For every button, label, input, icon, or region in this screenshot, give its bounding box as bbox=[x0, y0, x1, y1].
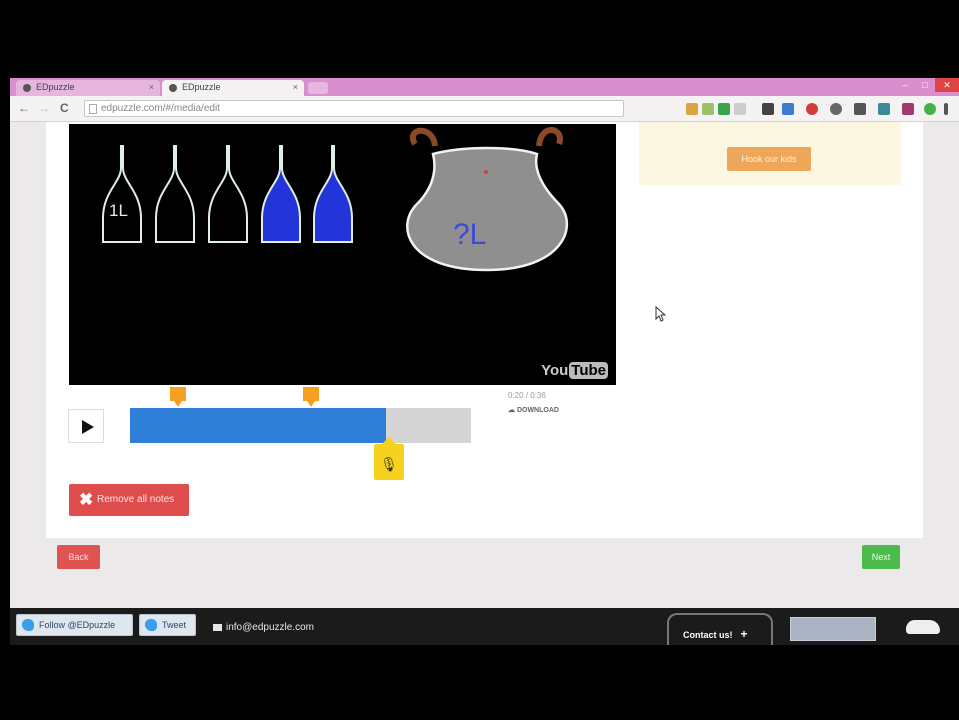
next-button[interactable]: Next bbox=[862, 545, 900, 569]
pinterest-icon[interactable] bbox=[806, 103, 818, 115]
bottle-label: 1L bbox=[109, 201, 128, 220]
extension-icon[interactable] bbox=[686, 103, 698, 115]
remove-all-notes-button[interactable]: ✖ Remove all notes bbox=[69, 484, 189, 516]
microphone-icon: 🎙 bbox=[380, 456, 398, 472]
time-readout: 0:20 / 0:36 bbox=[508, 391, 546, 400]
extension-icon[interactable] bbox=[902, 103, 914, 115]
pot-label: ?L bbox=[453, 218, 486, 251]
tab-title: EDpuzzle bbox=[36, 82, 75, 92]
envelope-icon bbox=[213, 623, 222, 631]
play-button[interactable] bbox=[68, 409, 104, 443]
youtube-logo: You Tube bbox=[541, 362, 608, 379]
extension-icon[interactable] bbox=[854, 103, 866, 115]
tab-title: EDpuzzle bbox=[182, 82, 221, 92]
close-tab-icon[interactable]: × bbox=[149, 82, 154, 92]
cloud-icon: ☁ bbox=[508, 407, 517, 414]
twitter-bird-icon bbox=[145, 619, 157, 631]
window-controls: – □ ✕ bbox=[895, 78, 959, 92]
follow-twitter-button[interactable]: Follow @EDpuzzle bbox=[16, 614, 133, 636]
youtube-logo-text: You bbox=[541, 362, 569, 379]
maximize-button[interactable]: □ bbox=[915, 78, 935, 92]
address-bar[interactable]: edpuzzle.com/#/media/edit bbox=[84, 100, 624, 117]
contact-label: Contact us! bbox=[683, 630, 733, 640]
extension-icon[interactable] bbox=[878, 103, 890, 115]
play-icon bbox=[82, 420, 94, 434]
video-player[interactable]: 1L ?L You Tube bbox=[69, 124, 616, 385]
remove-label: Remove all notes bbox=[97, 494, 175, 505]
tab-edpuzzle-1[interactable]: EDpuzzle × bbox=[16, 80, 160, 96]
page-icon bbox=[89, 104, 97, 114]
progress-fill bbox=[130, 408, 386, 443]
tweet-button[interactable]: Tweet bbox=[139, 614, 196, 636]
forward-arrow-icon[interactable]: → bbox=[38, 101, 50, 115]
plus-icon: + bbox=[740, 627, 748, 641]
back-arrow-icon[interactable]: ← bbox=[18, 101, 30, 115]
email-text: info@edpuzzle.com bbox=[226, 622, 314, 633]
download-label: DOWNLOAD bbox=[516, 407, 559, 414]
favicon-icon bbox=[23, 84, 31, 92]
tab-strip: EDpuzzle × EDpuzzle × – □ ✕ bbox=[10, 78, 959, 96]
side-panel: Hook our kids bbox=[639, 122, 901, 185]
star-icon[interactable] bbox=[734, 103, 746, 115]
extension-icon[interactable] bbox=[924, 103, 936, 115]
download-link[interactable]: ☁ DOWNLOAD bbox=[508, 406, 559, 414]
extension-icon[interactable] bbox=[762, 103, 774, 115]
favicon-icon bbox=[169, 84, 177, 92]
extension-icon[interactable] bbox=[782, 103, 794, 115]
reload-icon[interactable]: C bbox=[60, 101, 69, 115]
twitter-bird-icon bbox=[22, 619, 34, 631]
new-tab-button[interactable] bbox=[308, 82, 328, 94]
audio-note-marker[interactable]: 🎙 bbox=[374, 437, 404, 480]
address-text: edpuzzle.com/#/media/edit bbox=[101, 103, 220, 114]
extension-icon[interactable] bbox=[702, 103, 714, 115]
tweet-label: Tweet bbox=[162, 620, 187, 630]
extension-icon[interactable] bbox=[718, 103, 730, 115]
follow-label: Follow @EDpuzzle bbox=[39, 620, 116, 630]
footer-widget[interactable] bbox=[790, 617, 876, 641]
close-window-button[interactable]: ✕ bbox=[935, 78, 959, 92]
screen: EDpuzzle × EDpuzzle × – □ ✕ ← → C edpuzz… bbox=[0, 0, 959, 720]
tab-edpuzzle-2[interactable]: EDpuzzle × bbox=[162, 80, 304, 96]
question-marker[interactable] bbox=[302, 386, 320, 407]
menu-icon[interactable] bbox=[944, 103, 948, 115]
cloud-logo-icon bbox=[906, 620, 940, 634]
video-frame-drawing: 1L ?L bbox=[102, 127, 569, 272]
close-tab-icon[interactable]: × bbox=[293, 82, 298, 92]
minimize-button[interactable]: – bbox=[895, 78, 915, 92]
progress-bar[interactable] bbox=[130, 408, 471, 443]
question-marker[interactable] bbox=[169, 386, 187, 407]
email-link[interactable]: info@edpuzzle.com bbox=[213, 622, 314, 633]
back-button[interactable]: Back bbox=[57, 545, 100, 569]
browser-toolbar: ← → C edpuzzle.com/#/media/edit bbox=[10, 96, 959, 122]
page-footer: Follow @EDpuzzle Tweet info@edpuzzle.com… bbox=[10, 608, 959, 645]
browser-window: EDpuzzle × EDpuzzle × – □ ✕ ← → C edpuzz… bbox=[10, 78, 959, 645]
x-icon: ✖ bbox=[79, 490, 94, 509]
youtube-logo-badge: Tube bbox=[569, 362, 608, 379]
contact-us-tab[interactable]: Contact us! + bbox=[667, 613, 773, 645]
mouse-cursor-icon bbox=[655, 306, 667, 322]
extension-icon[interactable] bbox=[830, 103, 842, 115]
side-panel-button[interactable]: Hook our kids bbox=[727, 147, 811, 171]
